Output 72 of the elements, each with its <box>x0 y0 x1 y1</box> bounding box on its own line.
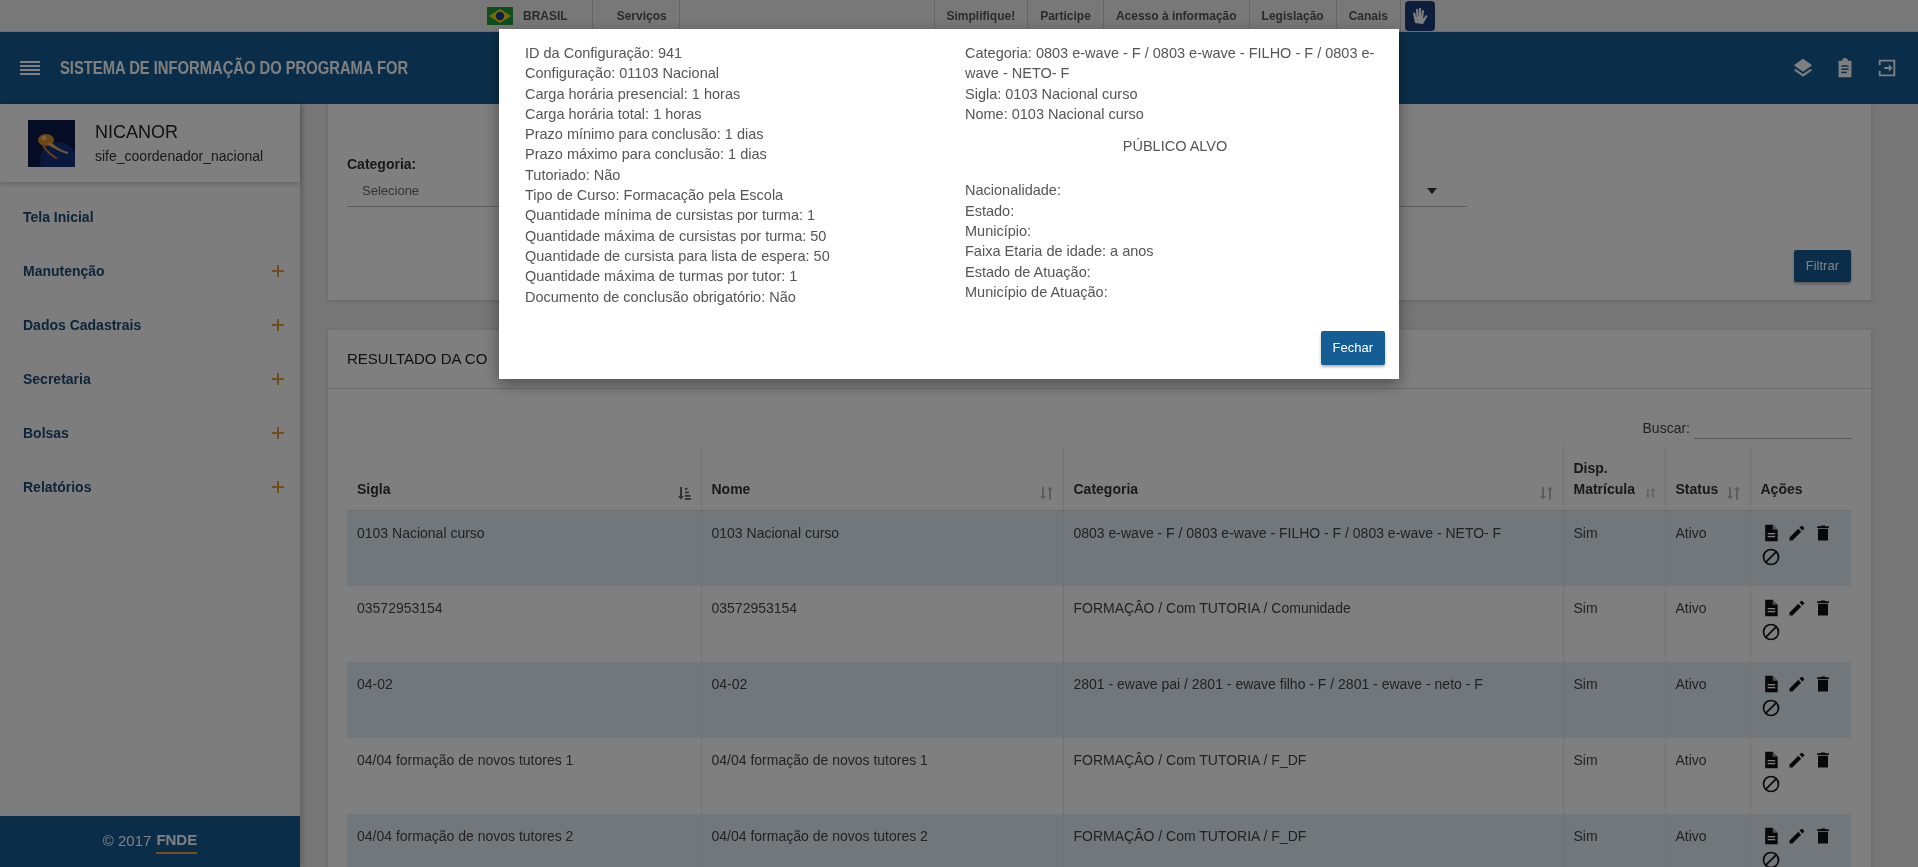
detail-text: Quantidade mínima de cursistas por turma: 1 <box>525 206 817 226</box>
filter-button[interactable]: Filtrar <box>1793 250 1851 282</box>
detail-text: Tutoriado: Não <box>525 165 622 185</box>
block-icon[interactable] <box>1760 546 1781 567</box>
table-cell: 0103 Nacional curso <box>701 510 1063 586</box>
copyright-text: © 2017 <box>102 831 152 852</box>
table-cell: FORMAÇÂO / Com TUTORIA / F_DF <box>1063 814 1563 867</box>
sidebar-item[interactable]: Bolsas <box>0 406 300 460</box>
detail-text: Prazo máximo para conclusão: 1 dias <box>525 145 768 165</box>
app-title: SISTEMA DE INFORMAÇÃO DO PROGRAMA FOR <box>60 56 409 80</box>
column-header[interactable]: Disp. Matrícula <box>1563 447 1665 510</box>
sidebar-item[interactable]: Manutenção <box>0 244 300 298</box>
layers-icon[interactable] <box>1792 57 1814 79</box>
column-header[interactable]: Nome <box>701 447 1063 510</box>
table-cell: 0803 e-wave - F / 0803 e-wave - FILHO - F / 0803 e-wave - NETO- F <box>1063 510 1563 586</box>
section-heading: PÚBLICO ALVO <box>1121 137 1229 157</box>
sidebar-item[interactable]: Secretaria <box>0 352 300 406</box>
search-label: Buscar: <box>1642 419 1690 438</box>
detail-text: ID da Configuração: 941 <box>525 44 684 63</box>
detail-text: Configuração: 01103 Nacional <box>525 64 720 84</box>
column-header[interactable]: Categoria <box>1063 447 1563 510</box>
detail-text: Quantidade máxima de turmas por tutor: 1 <box>525 267 799 287</box>
detail-text: Prazo mínimo para conclusão: 1 dias <box>525 125 765 145</box>
table-cell: 04/04 formação de novos tutores 2 <box>347 814 701 867</box>
detail-text: Estado: <box>965 201 1016 221</box>
detail-text: Tipo de Curso: Formacação pela Escola <box>525 186 785 206</box>
block-icon[interactable] <box>1760 622 1781 642</box>
column-header[interactable]: Ações <box>1750 447 1851 510</box>
flag-icon <box>487 7 513 25</box>
block-icon[interactable] <box>1760 774 1781 794</box>
detail-text: Quantidade máxima de cursistas por turma: 50 <box>525 226 828 246</box>
detail-text: Sigla: 0103 Nacional curso <box>965 84 1139 104</box>
logout-icon[interactable] <box>1876 57 1898 79</box>
detail-text: Município: <box>965 222 1033 242</box>
table-cell: 04-02 <box>347 662 701 738</box>
table-cell: Ativo <box>1665 510 1750 586</box>
table-cell: Sim <box>1563 662 1665 738</box>
results-title: RESULTADO DA CO <box>347 348 488 369</box>
detail-text: Carga horária presencial: 1 horas <box>525 84 742 104</box>
sidebar-item[interactable]: Tela Inicial <box>0 190 300 244</box>
detail-text: Município de Atuação: <box>965 282 1109 302</box>
table-cell: Ativo <box>1665 662 1750 738</box>
table-cell: Sim <box>1563 814 1665 867</box>
detail-text: Nacionalidade: <box>965 181 1062 201</box>
detail-text: Quantidade de cursista para lista de espera: 50 <box>525 246 831 266</box>
country-label: BRASIL <box>522 8 569 25</box>
table-cell: 04/04 formação de novos tutores 2 <box>701 814 1063 867</box>
table-cell: 04-02 <box>701 662 1063 738</box>
sidebar-item[interactable]: Relatórios <box>0 460 300 514</box>
brand-link[interactable]: FNDE <box>156 829 198 854</box>
user-role: sife_coordenador_nacional <box>95 147 264 166</box>
hand-icon[interactable] <box>1405 1 1435 31</box>
close-button[interactable]: Fechar <box>1320 330 1385 365</box>
table-cell: 0103 Nacional curso <box>347 510 701 586</box>
user-name: NICANOR <box>95 121 179 144</box>
detail-text: Documento de conclusão obrigatório: Não <box>525 287 797 307</box>
menu-icon[interactable] <box>20 60 40 76</box>
block-icon[interactable] <box>1760 698 1781 718</box>
column-header[interactable]: Status <box>1665 447 1750 510</box>
detail-text: Faixa Etaria de idade: a anos <box>965 242 1155 262</box>
caret-icon <box>1427 187 1437 194</box>
sidebar-item[interactable]: Dados Cadastrais <box>0 298 300 352</box>
table-cell: Sim <box>1563 510 1665 586</box>
table-cell: Ativo <box>1665 814 1750 867</box>
field-label: Categoria: <box>347 155 417 174</box>
detail-text: Nome: 0103 Nacional curso <box>965 104 1145 124</box>
block-icon[interactable] <box>1760 850 1781 867</box>
detail-text: Categoria: 0803 e-wave - F / 0803 e-wave - FILHO - F / 0803 e-wave - NETO- F <box>965 44 1376 84</box>
column-header[interactable]: Sigla <box>347 447 701 510</box>
detail-text: Estado de Atuação: <box>965 262 1092 282</box>
table-cell: 2801 - ewave pai / 2801 - ewave filho - F / 2801 - ewave - neto - F <box>1063 662 1563 738</box>
detail-text: Carga horária total: 1 horas <box>525 104 703 124</box>
